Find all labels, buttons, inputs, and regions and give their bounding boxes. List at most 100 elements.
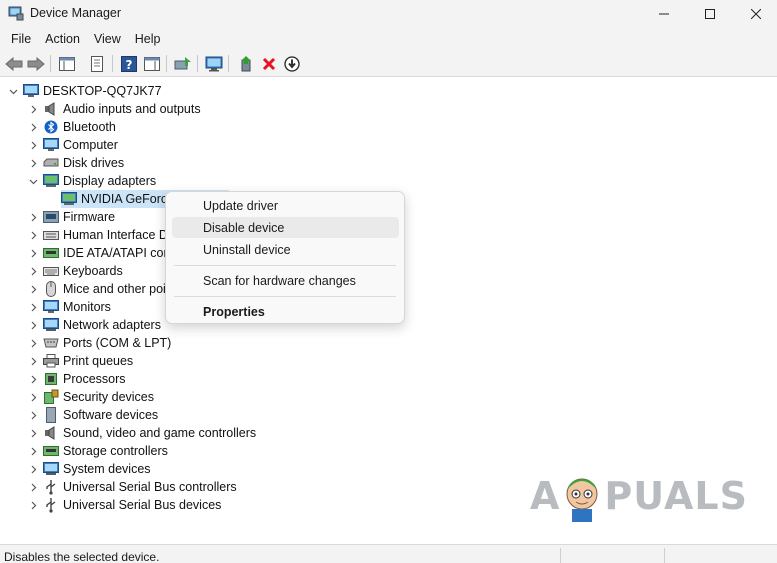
scan-hardware-menu-item[interactable]: Scan for hardware changes (172, 270, 399, 291)
chevron-down-icon[interactable] (8, 82, 18, 100)
forward-button[interactable] (26, 54, 46, 73)
monitor-icon (43, 299, 59, 315)
tree-item-label: Monitors (63, 300, 111, 314)
minimize-button[interactable] (641, 0, 687, 27)
tree-item-monitors[interactable]: Monitors (28, 298, 111, 316)
menu-view[interactable]: View (87, 30, 128, 48)
toolbar-separator (50, 55, 51, 72)
uninstall-device-menu-item[interactable]: Uninstall device (172, 239, 399, 260)
chevron-right-icon[interactable] (28, 244, 38, 262)
toolbar-separator (112, 55, 113, 72)
status-text: Disables the selected device. (4, 550, 160, 563)
tree-item-label: Computer (63, 138, 118, 152)
chevron-right-icon[interactable] (28, 478, 38, 496)
tree-item-usb-controllers[interactable]: Universal Serial Bus controllers (28, 478, 237, 496)
chevron-right-icon[interactable] (28, 442, 38, 460)
tree-item-label: Mice and other poi (63, 282, 166, 296)
computer-icon (43, 137, 59, 153)
enable-device-icon (241, 55, 251, 71)
action-pane-button[interactable] (142, 54, 162, 73)
properties-toolbar-button[interactable] (87, 54, 107, 73)
window-title: Device Manager (30, 6, 122, 20)
disable-device-icon (284, 55, 300, 72)
tree-item-software-devices[interactable]: Software devices (28, 406, 158, 424)
properties-menu-item[interactable]: Properties (172, 301, 399, 322)
tree-item-disk-drives[interactable]: Disk drives (28, 154, 124, 172)
chevron-right-icon[interactable] (28, 262, 38, 280)
tree-item-keyboards[interactable]: Keyboards (28, 262, 123, 280)
scan-hardware-toolbar-button[interactable] (204, 54, 224, 73)
tree-item-print-queues[interactable]: Print queues (28, 352, 133, 370)
chevron-right-icon[interactable] (28, 316, 38, 334)
context-menu: Update driver Disable device Uninstall d… (165, 191, 405, 324)
tree-item-storage-controllers[interactable]: Storage controllers (28, 442, 168, 460)
toolbar-separator (228, 55, 229, 72)
tree-item-system-devices[interactable]: System devices (28, 460, 151, 478)
close-button[interactable] (733, 0, 777, 27)
tree-item-display-adapters[interactable]: Display adapters (28, 172, 156, 190)
menu-help[interactable]: Help (128, 30, 168, 48)
tree-item-processors[interactable]: Processors (28, 370, 126, 388)
status-bar: Disables the selected device. (0, 544, 777, 563)
chevron-right-icon[interactable] (28, 388, 38, 406)
hid-icon (43, 227, 59, 243)
chevron-right-icon[interactable] (28, 226, 38, 244)
port-icon (43, 335, 59, 351)
tree-item-network-adapters[interactable]: Network adapters (28, 316, 161, 334)
display-adapter-icon (61, 191, 77, 207)
action-pane-icon (144, 56, 160, 71)
tree-item-sound-video-game[interactable]: Sound, video and game controllers (28, 424, 256, 442)
chevron-right-icon[interactable] (28, 280, 38, 298)
chevron-right-icon[interactable] (28, 298, 38, 316)
chevron-right-icon[interactable] (28, 352, 38, 370)
tree-item-ports[interactable]: Ports (COM & LPT) (28, 334, 171, 352)
chevron-right-icon[interactable] (28, 424, 38, 442)
menu-action[interactable]: Action (38, 30, 87, 48)
back-arrow-icon (5, 56, 23, 71)
enable-device-toolbar-button[interactable] (236, 54, 256, 73)
tree-item-human-interface-devices[interactable]: Human Interface D (28, 226, 168, 244)
chevron-right-icon[interactable] (28, 100, 38, 118)
chevron-right-icon[interactable] (28, 136, 38, 154)
forward-arrow-icon (27, 56, 45, 71)
chevron-right-icon[interactable] (28, 334, 38, 352)
tree-item-usb-devices[interactable]: Universal Serial Bus devices (28, 496, 221, 514)
tree-item-computer[interactable]: Computer (28, 136, 118, 154)
maximize-button[interactable] (687, 0, 733, 27)
tree-item-label: Print queues (63, 354, 134, 368)
tree-item-label: NVIDIA GeForce (81, 192, 175, 206)
tree-item-audio[interactable]: Audio inputs and outputs (28, 100, 201, 118)
keyboard-icon (43, 263, 59, 279)
tree-item-label: Security devices (63, 390, 155, 404)
disable-device-toolbar-button[interactable] (282, 54, 302, 73)
ide-controller-icon (43, 245, 59, 261)
tree-item-firmware[interactable]: Firmware (28, 208, 115, 226)
chevron-down-icon[interactable] (28, 172, 38, 190)
tree-item-label: Universal Serial Bus controllers (63, 480, 237, 494)
title-bar: Device Manager (0, 0, 777, 27)
update-driver-toolbar-button[interactable] (173, 54, 193, 73)
help-button[interactable]: ? (119, 54, 139, 73)
firmware-icon (43, 209, 59, 225)
tree-item-mice[interactable]: Mice and other poi (28, 280, 166, 298)
chevron-right-icon[interactable] (28, 370, 38, 388)
back-button[interactable] (4, 54, 24, 73)
show-hide-console-tree-button[interactable] (57, 54, 77, 73)
chevron-right-icon[interactable] (28, 460, 38, 478)
disable-device-menu-item[interactable]: Disable device (172, 217, 399, 238)
appuals-watermark: A PUALS (530, 466, 748, 526)
update-driver-menu-item[interactable]: Update driver (172, 195, 399, 216)
chevron-right-icon[interactable] (28, 496, 38, 514)
tree-root[interactable]: DESKTOP-QQ7JK77 (8, 82, 162, 100)
chevron-right-icon[interactable] (28, 118, 38, 136)
system-device-icon (43, 461, 59, 477)
chevron-right-icon[interactable] (28, 208, 38, 226)
chevron-right-icon[interactable] (28, 154, 38, 172)
tree-item-security-devices[interactable]: Security devices (28, 388, 154, 406)
menu-file[interactable]: File (4, 30, 38, 48)
tree-item-bluetooth[interactable]: Bluetooth (28, 118, 116, 136)
chevron-right-icon[interactable] (28, 406, 38, 424)
usb-icon (43, 479, 59, 495)
tree-item-ide-ata[interactable]: IDE ATA/ATAPI cont (28, 244, 174, 262)
uninstall-device-toolbar-button[interactable] (259, 54, 279, 73)
